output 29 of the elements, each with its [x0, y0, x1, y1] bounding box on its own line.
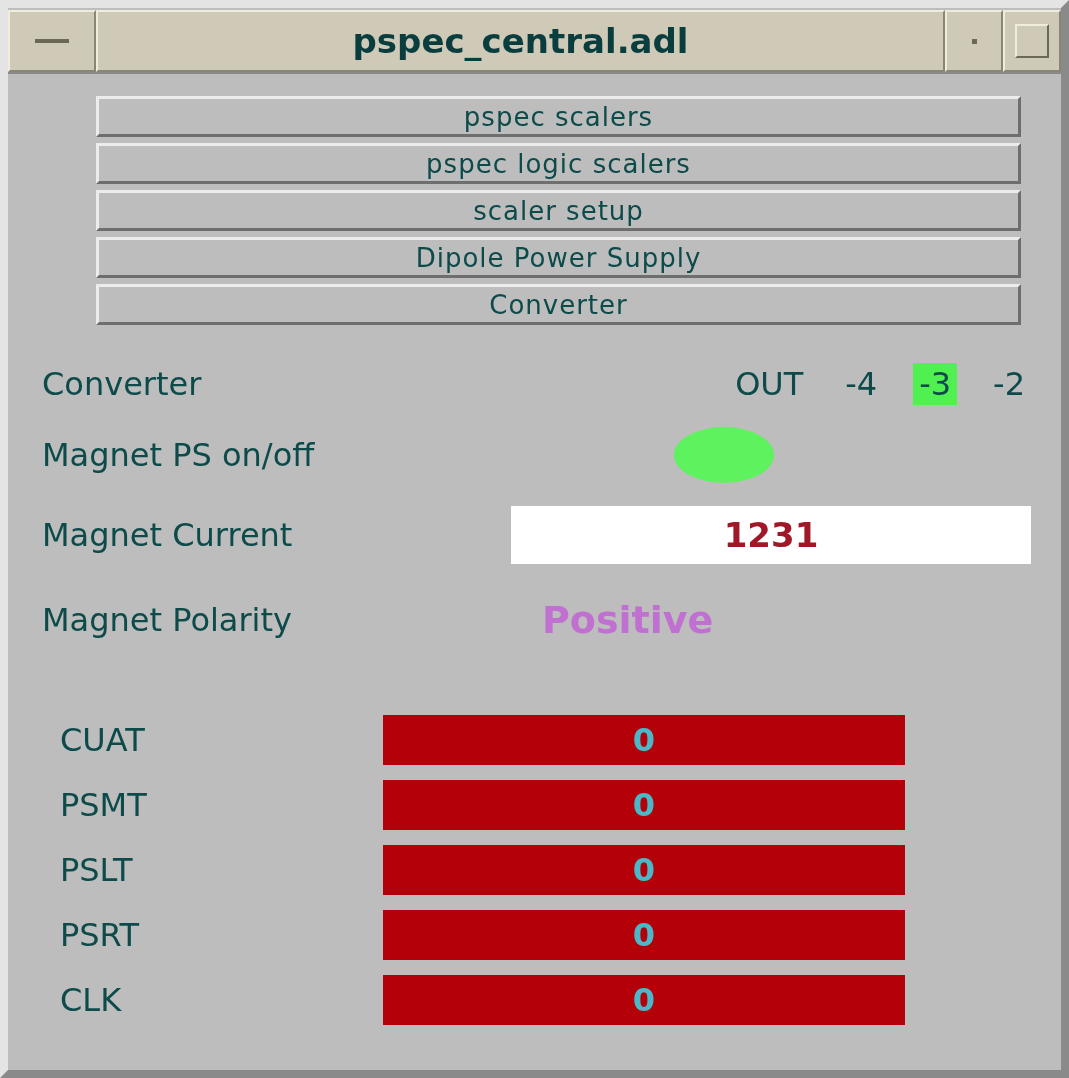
related-display-button[interactable]: Dipole Power Supply [96, 237, 1021, 278]
scaler-value: 0 [383, 715, 905, 765]
converter-option[interactable]: -4 [839, 363, 884, 405]
converter-option[interactable]: -3 [913, 363, 958, 405]
scaler-label: CLK [60, 981, 123, 1019]
field-label: Converter [42, 365, 202, 403]
related-display-button[interactable]: scaler setup [96, 190, 1021, 231]
scaler-value: 0 [383, 910, 905, 960]
field-label: Magnet Current [42, 516, 293, 554]
scaler-label: CUAT [60, 721, 146, 759]
window-menu-button[interactable] [8, 10, 96, 72]
related-display-button[interactable]: Converter [96, 284, 1021, 325]
polarity-value: Positive [542, 598, 714, 642]
related-display-button[interactable]: pspec scalers [96, 96, 1021, 137]
window-title: pspec_central.adl [96, 10, 945, 72]
scaler-value: 0 [383, 975, 905, 1025]
converter-option[interactable]: -2 [987, 363, 1031, 405]
minimize-button[interactable] [945, 10, 1003, 72]
scaler-value: 0 [383, 845, 905, 895]
scaler-label: PSLT [60, 851, 134, 889]
maximize-button[interactable] [1003, 10, 1061, 72]
field-label: Magnet PS on/off [42, 436, 315, 474]
related-display-button[interactable]: pspec logic scalers [96, 143, 1021, 184]
scaler-label: PSRT [60, 916, 141, 954]
converter-option[interactable]: OUT [729, 363, 810, 405]
scaler-label: PSMT [60, 786, 148, 824]
field-label: Magnet Polarity [42, 601, 292, 639]
scaler-value: 0 [383, 780, 905, 830]
current-field[interactable]: 1231 [511, 506, 1031, 564]
